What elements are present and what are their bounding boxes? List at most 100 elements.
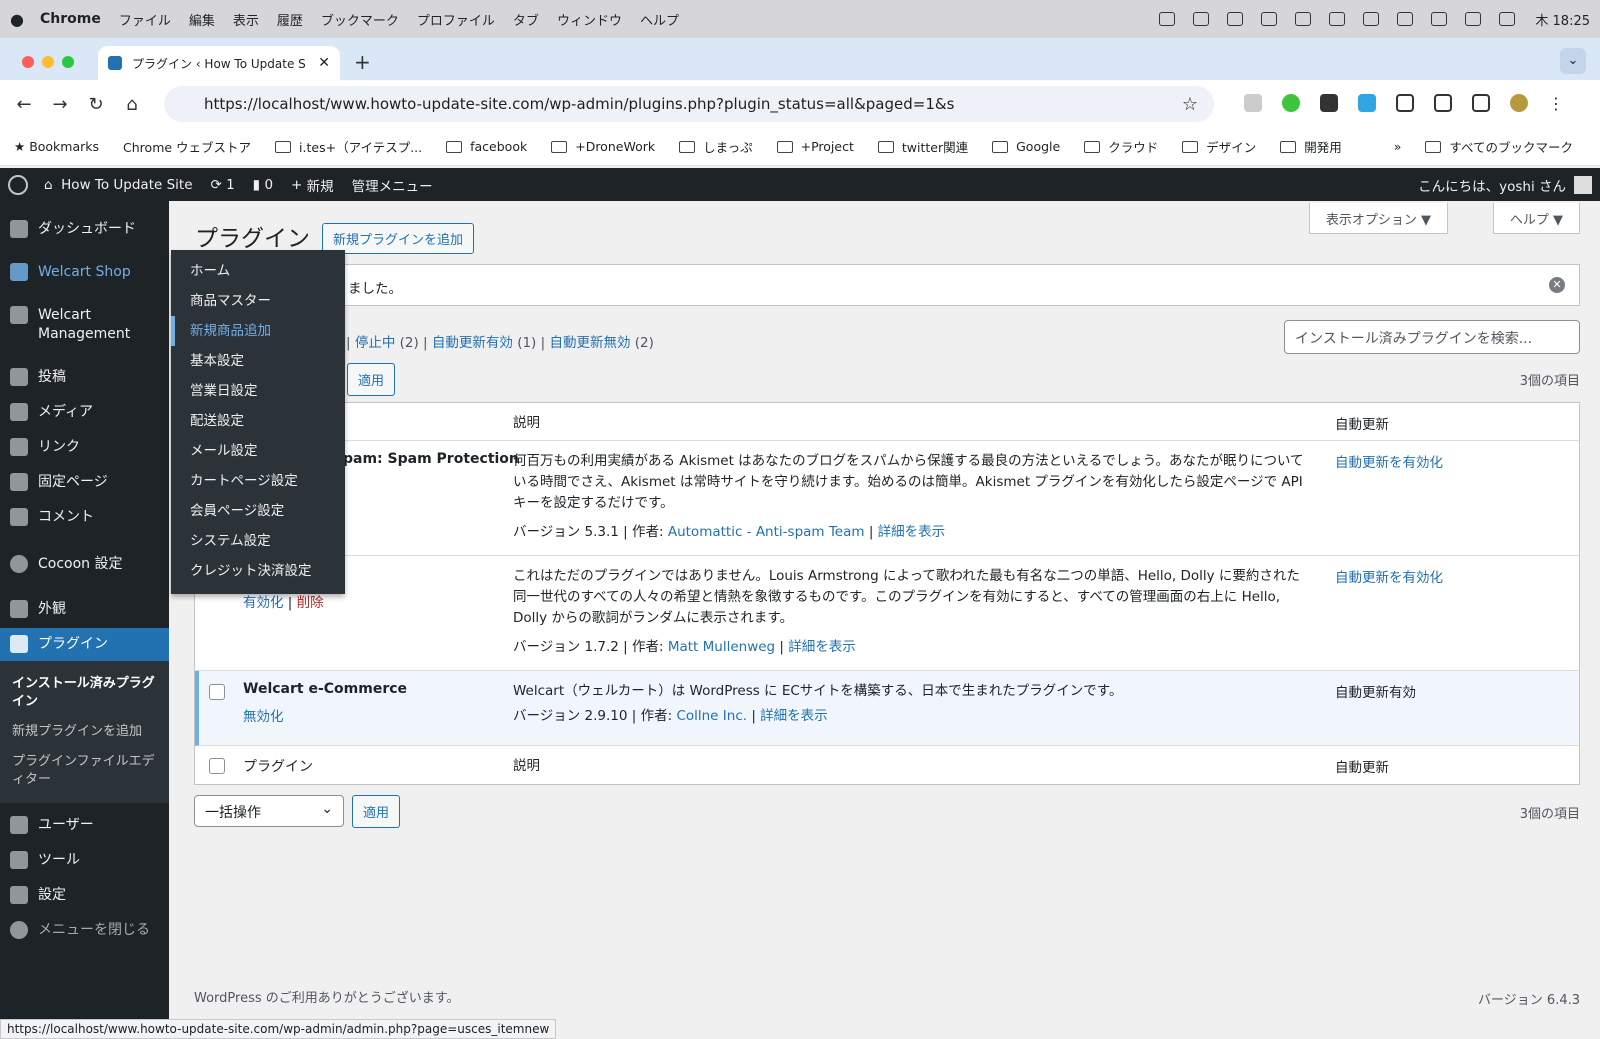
plugin-search-input[interactable]: インストール済みプラグインを検索... (1284, 320, 1580, 354)
bookmark-item[interactable]: i.tes+（アイテスプ... (275, 137, 422, 156)
plugin-checkbox[interactable] (209, 684, 225, 700)
bookmark-item[interactable]: Chrome ウェブストア (123, 137, 251, 156)
app-name[interactable]: Chrome (40, 11, 101, 27)
bookmark-item[interactable]: デザイン (1182, 137, 1256, 156)
address-bar[interactable]: https://localhost/www.howto-update-site.… (164, 86, 1214, 122)
filter-inactive[interactable]: 停止中 (355, 335, 396, 351)
sidebar-item-tools[interactable]: ツール (0, 844, 169, 877)
filter-auto-update-disabled[interactable]: 自動更新無効 (549, 335, 630, 351)
deactivate-link[interactable]: 無効化 (243, 705, 284, 725)
extension-icon[interactable] (1358, 94, 1376, 112)
apple-icon[interactable]: ● (10, 10, 24, 29)
menu-bookmarks[interactable]: ブックマーク (321, 10, 399, 29)
bookmark-item[interactable]: +DroneWork (551, 139, 655, 154)
author-link[interactable]: Matt Mullenweg (668, 639, 775, 655)
author-link[interactable]: Collne Inc. (676, 708, 747, 724)
sidebar-item-comments[interactable]: コメント (0, 501, 169, 534)
reload-icon[interactable]: ↻ (84, 94, 108, 115)
bookmark-item[interactable]: ★ Bookmarks (14, 139, 99, 154)
home-icon[interactable]: ⌂ (120, 94, 144, 115)
minimize-window-button[interactable] (42, 56, 54, 68)
menu-help[interactable]: ヘルプ (640, 10, 679, 29)
screen-options-button[interactable]: 表示オプション ▼ (1308, 203, 1448, 234)
extension-icon[interactable] (1320, 94, 1338, 112)
new-content[interactable]: + 新規 (291, 175, 334, 195)
bookmark-item[interactable]: Google (992, 139, 1060, 154)
puzzle-icon[interactable] (1396, 94, 1414, 112)
greeting[interactable]: こんにちは、yoshi さん (1418, 175, 1566, 195)
more-bookmarks-icon[interactable]: » (1394, 139, 1402, 154)
sidebar-item-links[interactable]: リンク (0, 431, 169, 464)
dismiss-icon[interactable]: ✕ (1549, 277, 1565, 293)
avatar[interactable] (1510, 94, 1528, 112)
wifi-icon[interactable] (1431, 12, 1448, 26)
tab-search-icon[interactable]: ⌄ (1560, 48, 1586, 74)
menu-profiles[interactable]: プロファイル (417, 10, 495, 29)
enable-auto-update-link[interactable]: 自動更新を有効化 (1335, 451, 1443, 471)
admin-menu-link[interactable]: 管理メニュー (352, 175, 433, 195)
filter-auto-update-enabled[interactable]: 自動更新有効 (432, 335, 513, 351)
close-tab-icon[interactable]: ✕ (318, 55, 330, 71)
details-link[interactable]: 詳細を表示 (878, 524, 946, 540)
menu-file[interactable]: ファイル (119, 10, 171, 29)
zoom-window-button[interactable] (62, 56, 74, 68)
back-icon[interactable]: ← (12, 94, 36, 115)
apply-button-top[interactable]: 適用 (347, 363, 396, 396)
play-icon[interactable] (1261, 12, 1278, 26)
bookmark-star-icon[interactable]: ☆ (1182, 94, 1198, 115)
sidebar-item-posts[interactable]: 投稿 (0, 361, 169, 394)
all-bookmarks[interactable]: すべてのブックマーク (1425, 137, 1573, 156)
flyout-item-shipping[interactable]: 配送設定 (171, 406, 345, 436)
enable-auto-update-link[interactable]: 自動更新を有効化 (1335, 566, 1443, 586)
bluetooth-icon[interactable] (1329, 12, 1346, 26)
sidebar-item-pages[interactable]: 固定ページ (0, 466, 169, 499)
sidebar-item-appearance[interactable]: 外観 (0, 593, 169, 626)
details-link[interactable]: 詳細を表示 (760, 708, 828, 724)
dropbox-icon[interactable] (1193, 12, 1210, 26)
flyout-item-system[interactable]: システム設定 (171, 526, 345, 556)
sidebar-item-cocoon[interactable]: Cocoon 設定 (0, 548, 169, 581)
submenu-add-new-plugin[interactable]: 新規プラグインを追加 (0, 717, 169, 747)
kebab-menu-icon[interactable]: ⋮ (1548, 94, 1566, 113)
battery-icon[interactable] (1397, 12, 1414, 26)
bookmark-item[interactable]: +Project (776, 139, 854, 154)
bookmark-item[interactable]: facebook (446, 139, 527, 154)
menu-window[interactable]: ウィンドウ (557, 10, 622, 29)
browser-tab[interactable]: プラグイン ‹ How To Update S ✕ (98, 46, 340, 80)
select-all-checkbox[interactable] (209, 758, 225, 774)
flyout-item-mail[interactable]: メール設定 (171, 436, 345, 466)
sidebar-item-settings[interactable]: 設定 (0, 879, 169, 912)
user-icon[interactable] (1363, 12, 1380, 26)
submenu-plugin-file-editor[interactable]: プラグインファイルエディター (0, 747, 169, 795)
bookmark-item[interactable]: 開発用 (1280, 137, 1342, 156)
side-panel-icon[interactable] (1472, 94, 1490, 112)
flyout-item-item-master[interactable]: 商品マスター (171, 286, 345, 316)
updates[interactable]: ⟳ 1 (211, 177, 235, 193)
notion-icon[interactable] (1227, 12, 1244, 26)
clock-icon[interactable] (1295, 12, 1312, 26)
flyout-item-credit-payment[interactable]: クレジット決済設定 (171, 556, 345, 586)
menu-view[interactable]: 表示 (233, 10, 259, 29)
clock[interactable]: 木 18:25 (1535, 10, 1590, 29)
menu-tab[interactable]: タブ (513, 10, 539, 29)
bookmark-item[interactable]: クラウド (1084, 137, 1158, 156)
bulk-actions-select[interactable]: 一括操作 ⌄ (194, 795, 344, 827)
activate-link[interactable]: 有効化 (243, 595, 284, 611)
submenu-installed-plugins[interactable]: インストール済みプラグイン (0, 669, 169, 717)
menu-edit[interactable]: 編集 (189, 10, 215, 29)
bookmark-item[interactable]: twitter関連 (877, 137, 968, 156)
sidebar-item-users[interactable]: ユーザー (0, 809, 169, 842)
flyout-item-basic-settings[interactable]: 基本設定 (171, 346, 345, 376)
control-center-icon[interactable] (1499, 12, 1516, 26)
sidebar-item-dashboard[interactable]: ダッシュボード (0, 213, 169, 246)
sidebar-item-welcart-management[interactable]: Welcart Management (0, 299, 169, 351)
comments[interactable]: ▮ 0 (253, 177, 273, 193)
sidebar-item-plugins[interactable]: プラグイン (0, 628, 169, 661)
close-window-button[interactable] (22, 56, 34, 68)
extension-icon[interactable] (1282, 94, 1300, 112)
flyout-item-cart-page[interactable]: カートページ設定 (171, 466, 345, 496)
status-icon[interactable] (1159, 12, 1176, 26)
delete-link[interactable]: 削除 (297, 595, 324, 611)
reading-list-icon[interactable] (1434, 94, 1452, 112)
author-link[interactable]: Automattic - Anti-spam Team (668, 524, 865, 540)
